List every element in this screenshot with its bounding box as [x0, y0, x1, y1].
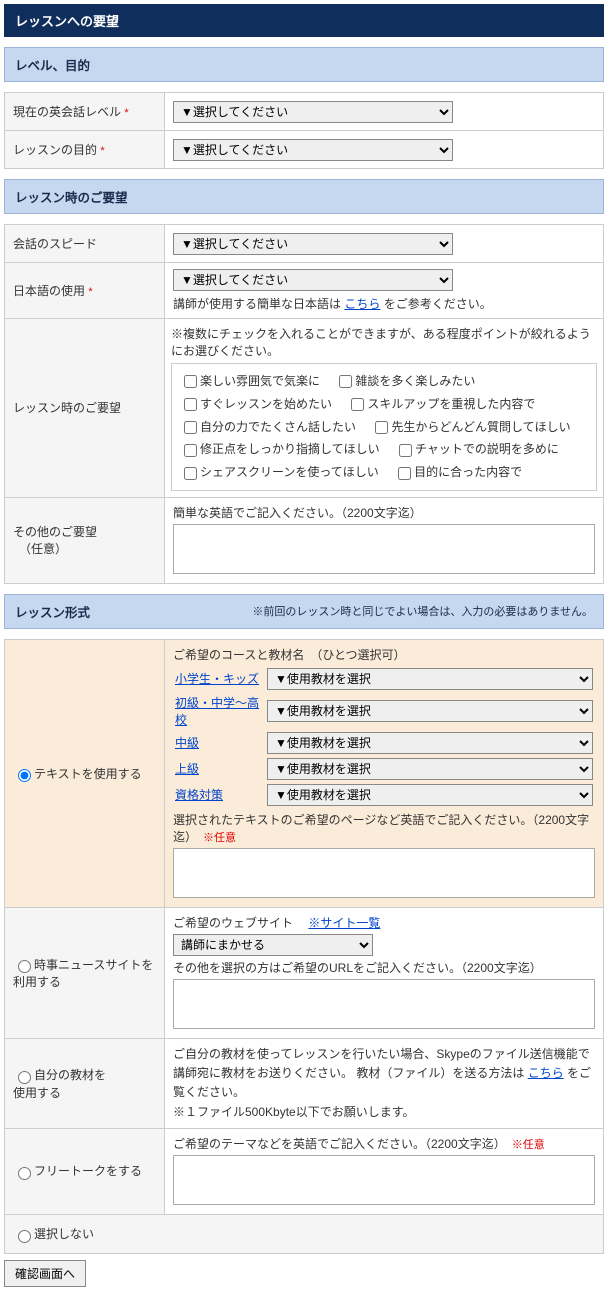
course-select-intermediate[interactable]: ▼使用教材を選択: [267, 732, 593, 754]
chk-fun[interactable]: 楽しい雰囲気で気楽に: [180, 374, 320, 388]
chk-correct[interactable]: 修正点をしっかり指摘してほしい: [180, 442, 380, 456]
radio-own[interactable]: 自分の教材を 使用する: [13, 1068, 106, 1100]
row-japanese-label: 日本語の使用 *: [5, 263, 165, 319]
text-note: 選択されたテキストのご希望のページなど英語でご記入ください。（2200文字迄） …: [173, 811, 595, 845]
chk-screen[interactable]: シェアスクリーンを使ってほしい: [180, 465, 379, 479]
table-level: 現在の英会話レベル * ▼選択してください レッスンの目的 * ▼選択してくださ…: [4, 92, 604, 169]
course-link-kids[interactable]: 小学生・キッズ: [175, 672, 259, 686]
japanese-select[interactable]: ▼選択してください: [173, 269, 453, 291]
japanese-note: 講師が使用する簡単な日本語は こちら をご参考ください。: [173, 295, 595, 312]
row-speed-label: 会話のスピード: [5, 225, 165, 263]
news-textarea[interactable]: [173, 979, 595, 1029]
row-other-label: その他のご要望 （任意）: [5, 497, 165, 583]
chk-speak[interactable]: 自分の力でたくさん話したい: [180, 420, 356, 434]
course-link-exam[interactable]: 資格対策: [175, 788, 223, 802]
section-header-main: レッスンへの要望: [4, 4, 604, 37]
course-select-exam[interactable]: ▼使用教材を選択: [267, 784, 593, 806]
course-select-kids[interactable]: ▼使用教材を選択: [267, 668, 593, 690]
row-level-label: 現在の英会話レベル *: [5, 93, 165, 131]
section-header-format: レッスン形式 ※前回のレッスン時と同じでよい場合は、入力の必要はありません。: [4, 594, 604, 629]
course-link-intermediate[interactable]: 中級: [175, 736, 199, 750]
news-select[interactable]: 講師にまかせる: [173, 934, 373, 956]
freetalk-textarea[interactable]: [173, 1155, 595, 1205]
submit-button[interactable]: 確認画面へ: [4, 1260, 86, 1287]
chk-question[interactable]: 先生からどんどん質問してほしい: [371, 420, 570, 434]
chk-start[interactable]: すぐレッスンを始めたい: [180, 397, 332, 411]
row-preferences-label: レッスン時のご要望: [5, 319, 165, 498]
preferences-box: 楽しい雰囲気で気楽に 雑談を多く楽しみたい すぐレッスンを始めたい スキルアップ…: [171, 363, 597, 491]
chk-goal[interactable]: 目的に合った内容で: [394, 465, 522, 479]
text-textarea[interactable]: [173, 848, 595, 898]
chk-skillup[interactable]: スキルアップを重視した内容で: [347, 397, 535, 411]
other-textarea[interactable]: [173, 524, 595, 574]
section-header-requests: レッスン時のご要望: [4, 179, 604, 214]
purpose-select[interactable]: ▼選択してください: [173, 139, 453, 161]
course-link-beginner[interactable]: 初級・中学～高校: [175, 696, 259, 727]
speed-select[interactable]: ▼選択してください: [173, 233, 453, 255]
table-format: テキストを使用する ご希望のコースと教材名 （ひとつ選択可） 小学生・キッズ ▼…: [4, 639, 604, 1254]
own-material-note: ご自分の教材を使ってレッスンを行いたい場合、Skypeのファイル送信機能で講師宛…: [165, 1038, 604, 1128]
row-purpose-label: レッスンの目的 *: [5, 131, 165, 169]
chk-chatmore[interactable]: チャットでの説明を多めに: [395, 442, 559, 456]
own-howto-link[interactable]: こちら: [528, 1066, 564, 1080]
level-select[interactable]: ▼選択してください: [173, 101, 453, 123]
freetalk-note: ご希望のテーマなどを英語でご記入ください。（2200文字迄） ※任意: [173, 1135, 595, 1152]
radio-news[interactable]: 時事ニュースサイトを利用する: [13, 958, 153, 990]
other-note: 簡単な英語でご記入ください。（2200文字迄）: [173, 504, 595, 521]
preferences-note: ※複数にチェックを入れることができますが、ある程度ポイントが絞れるようにお選びく…: [171, 325, 597, 359]
section-header-level: レベル、目的: [4, 47, 604, 82]
table-requests: 会話のスピード ▼選択してください 日本語の使用 * ▼選択してください 講師が…: [4, 224, 604, 584]
radio-freetalk[interactable]: フリートークをする: [13, 1164, 142, 1178]
news-head: ご希望のウェブサイト ※サイト一覧: [173, 914, 595, 931]
course-subtable: 小学生・キッズ ▼使用教材を選択 初級・中学～高校 ▼使用教材を選択 中級 ▼使…: [173, 666, 595, 808]
text-course-head: ご希望のコースと教材名 （ひとつ選択可）: [173, 646, 595, 663]
radio-none[interactable]: 選択しない: [13, 1227, 94, 1241]
news-note: その他を選択の方はご希望のURLをご記入ください。（2200文字迄）: [173, 959, 595, 976]
news-sitelist-link[interactable]: ※サイト一覧: [308, 916, 380, 930]
japanese-note-link[interactable]: こちら: [344, 297, 380, 311]
course-select-advanced[interactable]: ▼使用教材を選択: [267, 758, 593, 780]
radio-text[interactable]: テキストを使用する: [13, 767, 142, 781]
course-select-beginner[interactable]: ▼使用教材を選択: [267, 700, 593, 722]
chk-chat[interactable]: 雑談を多く楽しみたい: [335, 374, 475, 388]
course-link-advanced[interactable]: 上級: [175, 762, 199, 776]
